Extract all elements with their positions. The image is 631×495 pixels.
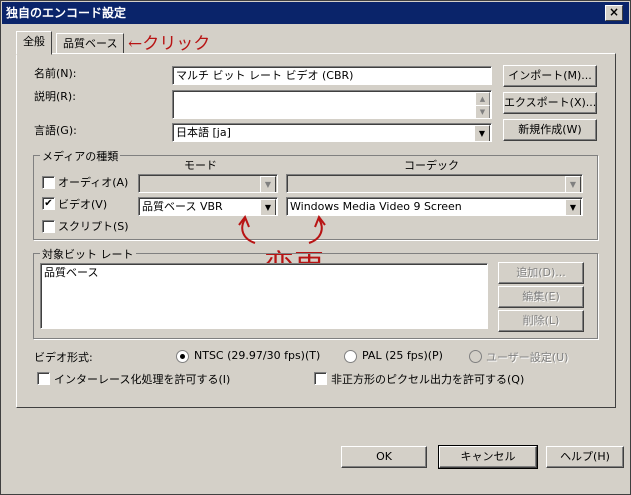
script-label: スクリプト(S)	[58, 220, 129, 233]
user-defined-label: ユーザー設定(U)	[486, 351, 569, 364]
annotation-arrow-left	[241, 218, 256, 244]
language-select[interactable]: 日本語 [ja] ▼	[172, 123, 492, 142]
description-scrollbar[interactable]: ▲ ▼	[475, 92, 490, 118]
name-label: 名前(N):	[34, 67, 77, 80]
edit-bitrate-button[interactable]: 編集(E)	[498, 286, 584, 308]
annotation-arrow-right	[308, 218, 323, 244]
radio-selected-dot	[180, 354, 185, 359]
nonsquare-pixel-checkbox[interactable]	[314, 372, 327, 385]
list-item[interactable]: 品質ベース	[44, 264, 487, 281]
encode-settings-dialog: 独自のエンコード設定 × 全般 品質ベース ←クリック 名前(N): マルチ ビ…	[0, 0, 631, 495]
video-codec-value: Windows Media Video 9 Screen	[290, 200, 462, 213]
nonsquare-pixel-label: 非正方形のピクセル出力を許可する(Q)	[331, 373, 525, 386]
scroll-down-icon[interactable]: ▼	[475, 105, 490, 118]
chevron-down-icon[interactable]: ▼	[565, 199, 581, 215]
chevron-down-icon[interactable]: ▼	[260, 176, 276, 192]
ntsc-radio[interactable]	[176, 350, 189, 363]
export-button[interactable]: エクスポート(X)...	[503, 92, 597, 114]
ok-button[interactable]: OK	[341, 446, 427, 468]
help-button[interactable]: ヘルプ(H)	[546, 446, 624, 468]
audio-codec-select[interactable]: ▼	[286, 174, 583, 193]
tab-general-label: 全般	[23, 35, 45, 48]
tab-general[interactable]: 全般	[16, 31, 52, 55]
annotation-click: ←クリック	[128, 34, 211, 54]
close-button[interactable]: ×	[605, 5, 623, 21]
pal-radio[interactable]	[344, 350, 357, 363]
tab-quality-based-label: 品質ベース	[63, 37, 118, 50]
delete-bitrate-button[interactable]: 削除(L)	[498, 310, 584, 332]
interlace-checkbox[interactable]	[37, 372, 50, 385]
description-input[interactable]: ▲ ▼	[172, 90, 492, 119]
codec-header: コーデック	[404, 159, 459, 172]
interlace-label: インターレース化処理を許可する(I)	[54, 373, 231, 386]
video-label: ビデオ(V)	[58, 198, 108, 211]
chevron-down-icon[interactable]: ▼	[474, 125, 490, 141]
target-bitrate-group-label: 対象ビット レート	[40, 246, 136, 262]
tab-quality-based[interactable]: 品質ベース	[56, 33, 125, 54]
audio-checkbox[interactable]	[42, 176, 55, 189]
import-button[interactable]: インポート(M)...	[503, 65, 597, 87]
add-bitrate-button[interactable]: 追加(D)...	[498, 262, 584, 284]
language-label: 言語(G):	[34, 124, 77, 137]
ntsc-label: NTSC (29.97/30 fps)(T)	[194, 349, 321, 362]
name-input[interactable]: マルチ ビット レート ビデオ (CBR)	[172, 66, 492, 85]
video-checkbox[interactable]: ✔	[42, 197, 55, 210]
user-defined-radio[interactable]	[469, 350, 482, 363]
cancel-button[interactable]: キャンセル	[438, 445, 538, 469]
audio-mode-select[interactable]: ▼	[138, 174, 278, 193]
audio-label: オーディオ(A)	[58, 176, 129, 189]
checkmark-icon: ✔	[44, 198, 53, 209]
video-format-label: ビデオ形式:	[34, 351, 93, 364]
media-type-group-label: メディアの種類	[40, 148, 121, 164]
description-label: 説明(R):	[34, 90, 76, 103]
language-value: 日本語 [ja]	[176, 126, 231, 139]
chevron-down-icon[interactable]: ▼	[565, 176, 581, 192]
window-title: 独自のエンコード設定	[6, 6, 127, 20]
new-button[interactable]: 新規作成(W)	[503, 119, 597, 141]
mode-header: モード	[184, 159, 217, 172]
video-mode-value: 品質ベース VBR	[142, 200, 223, 213]
bitrate-list[interactable]: 品質ベース	[40, 263, 488, 329]
script-checkbox[interactable]	[42, 220, 55, 233]
pal-label: PAL (25 fps)(P)	[362, 349, 443, 362]
title-bar: 独自のエンコード設定 ×	[2, 2, 629, 24]
